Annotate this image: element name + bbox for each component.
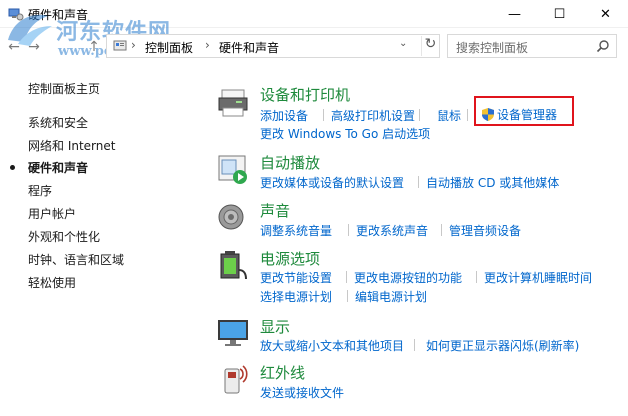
link-choose-power-plan[interactable]: 选择电源计划 — [260, 288, 332, 305]
sidebar-item-network[interactable]: 网络和 Internet — [28, 137, 115, 154]
sidebar-item-system-security[interactable]: 系统和安全 — [28, 114, 88, 131]
address-dropdown-icon[interactable]: ⌄ — [399, 38, 407, 49]
link-add-device[interactable]: 添加设备 — [260, 107, 308, 124]
link-divider — [346, 271, 347, 283]
category-devices-printers[interactable]: 设备和打印机 — [260, 84, 350, 105]
printer-icon[interactable] — [216, 86, 250, 120]
category-infrared[interactable]: 红外线 — [260, 362, 305, 383]
link-change-media-defaults[interactable]: 更改媒体或设备的默认设置 — [260, 174, 404, 191]
refresh-button[interactable]: ↻ — [421, 36, 439, 56]
search-box[interactable]: 搜索控制面板 — [447, 34, 617, 58]
link-change-sounds[interactable]: 更改系统声音 — [356, 222, 428, 239]
speaker-icon[interactable] — [216, 200, 250, 234]
maximize-button[interactable]: ☐ — [537, 0, 582, 28]
breadcrumb-hardware-sound[interactable]: 硬件和声音 — [219, 39, 279, 56]
link-divider — [476, 271, 477, 283]
link-divider — [414, 339, 415, 351]
monitor-icon[interactable] — [216, 316, 250, 350]
close-button[interactable]: ✕ — [583, 0, 628, 28]
battery-icon[interactable] — [216, 248, 250, 282]
sidebar-item-home[interactable]: 控制面板主页 — [28, 80, 100, 97]
link-zoom-text[interactable]: 放大或缩小文本和其他项目 — [260, 337, 404, 354]
link-device-manager[interactable]: 设备管理器 — [482, 106, 557, 123]
link-divider — [467, 109, 468, 121]
category-power[interactable]: 电源选项 — [260, 248, 320, 269]
link-autoplay-cd[interactable]: 自动播放 CD 或其他媒体 — [426, 174, 559, 191]
category-sound[interactable]: 声音 — [260, 200, 290, 221]
breadcrumb-separator: › — [205, 38, 210, 52]
link-divider — [419, 109, 420, 121]
sidebar-item-clock-language[interactable]: 时钟、语言和区域 — [28, 251, 124, 268]
link-fix-flicker[interactable]: 如何更正显示器闪烁(刷新率) — [426, 337, 579, 354]
link-divider — [418, 176, 419, 188]
main-content: 设备和打印机 添加设备 高级打印机设置 鼠标 设备管理器 更改 Windows … — [210, 66, 628, 416]
back-button[interactable]: ← — [4, 38, 24, 56]
minimize-button[interactable]: — — [492, 0, 537, 28]
sidebar-item-hardware-sound[interactable]: 硬件和声音 — [28, 159, 88, 176]
address-bar[interactable]: › 控制面板 › 硬件和声音 ⌄ ↻ — [106, 34, 440, 58]
link-mouse[interactable]: 鼠标 — [437, 107, 461, 124]
up-button[interactable]: ↑ — [84, 38, 104, 56]
link-sleep-time[interactable]: 更改计算机睡眠时间 — [484, 269, 592, 286]
link-change-power-saving[interactable]: 更改节能设置 — [260, 269, 332, 286]
search-placeholder: 搜索控制面板 — [456, 41, 529, 55]
sidebar: 控制面板主页 系统和安全 网络和 Internet 硬件和声音 程序 用户帐户 … — [0, 66, 200, 416]
navigation-bar: ← → ↑ › 控制面板 › 硬件和声音 ⌄ ↻ 搜索控制面板 — [0, 28, 628, 66]
active-bullet — [10, 165, 15, 170]
shield-icon — [482, 108, 494, 121]
search-icon[interactable] — [596, 39, 610, 53]
sidebar-item-user-accounts[interactable]: 用户帐户 — [28, 205, 76, 222]
link-send-receive-files[interactable]: 发送或接收文件 — [260, 384, 344, 401]
control-panel-window: 硬件和声音 — ☐ ✕ 河东软件网 www.pc0359.cn ← → ↑ › … — [0, 0, 628, 416]
forward-button[interactable]: → — [24, 38, 44, 56]
infrared-icon[interactable] — [216, 363, 250, 397]
link-advanced-printer[interactable]: 高级打印机设置 — [331, 107, 415, 124]
category-autoplay[interactable]: 自动播放 — [260, 152, 320, 173]
link-adjust-volume[interactable]: 调整系统音量 — [260, 222, 332, 239]
link-edit-power-plan[interactable]: 编辑电源计划 — [355, 288, 427, 305]
category-display[interactable]: 显示 — [260, 316, 290, 337]
breadcrumb-separator: › — [131, 38, 136, 52]
link-windows-to-go[interactable]: 更改 Windows To Go 启动选项 — [260, 125, 430, 142]
link-divider — [347, 290, 348, 302]
autoplay-icon[interactable] — [216, 152, 250, 186]
link-divider — [348, 224, 349, 236]
sidebar-item-appearance[interactable]: 外观和个性化 — [28, 228, 100, 245]
control-panel-icon — [113, 40, 127, 51]
link-device-manager-label: 设备管理器 — [497, 108, 558, 122]
link-manage-audio[interactable]: 管理音频设备 — [449, 222, 521, 239]
link-divider — [323, 109, 324, 121]
breadcrumb-control-panel[interactable]: 控制面板 — [145, 39, 193, 56]
sidebar-item-programs[interactable]: 程序 — [28, 182, 52, 199]
link-divider — [441, 224, 442, 236]
link-power-button[interactable]: 更改电源按钮的功能 — [354, 269, 462, 286]
sidebar-item-ease-of-access[interactable]: 轻松使用 — [28, 274, 76, 291]
